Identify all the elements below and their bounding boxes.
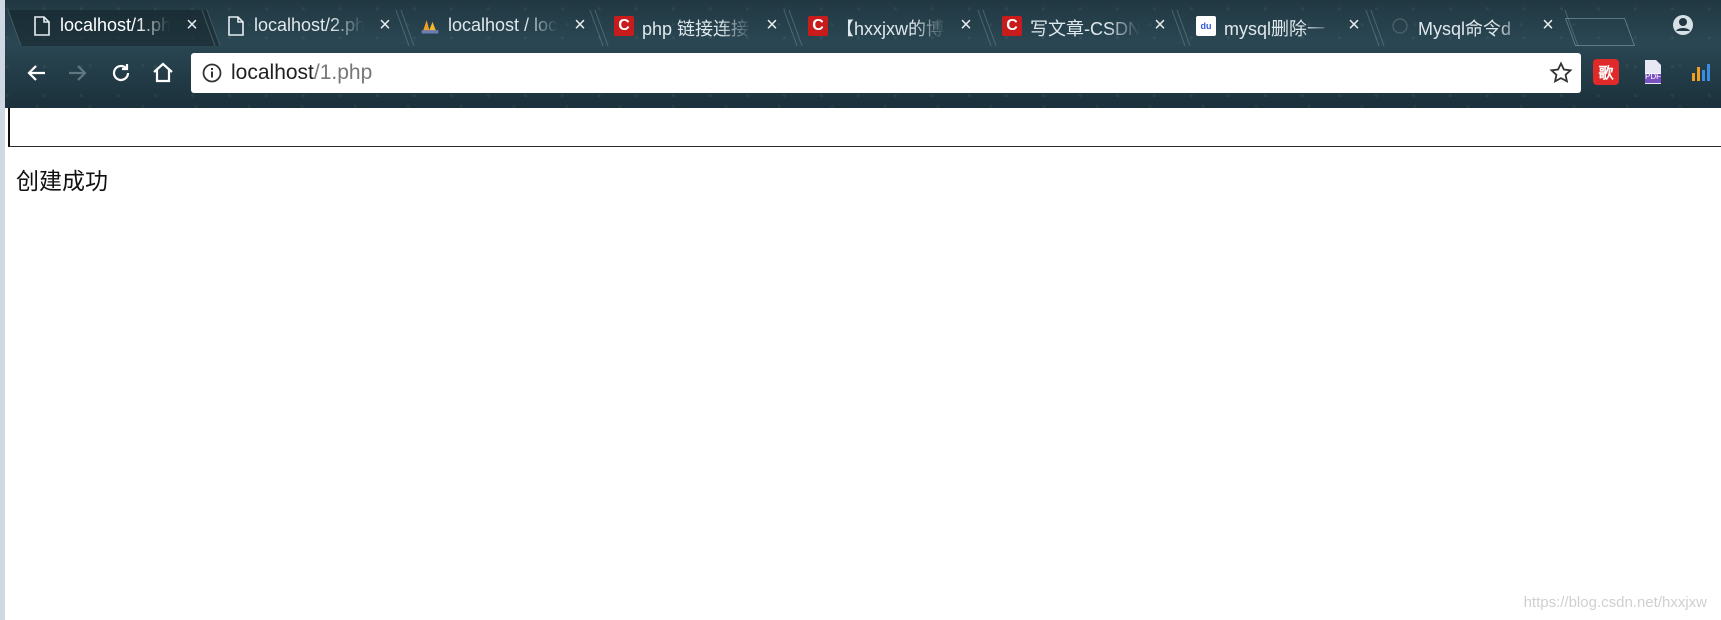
tab-title: mysql删除一 <box>1224 19 1326 39</box>
baidu-icon: du <box>1196 16 1216 36</box>
forward-button[interactable] <box>62 58 92 88</box>
toolbar: localhost/1.php 歌 PDF <box>0 46 1721 100</box>
page-content: 创建成功 https://blog.csdn.net/hxxjxw <box>5 148 1721 620</box>
tab-phpmyadmin[interactable]: localhost / localhost × <box>394 4 594 46</box>
url-text: localhost/1.php <box>231 61 372 85</box>
page-icon <box>32 16 52 36</box>
new-tab-button[interactable] <box>1564 18 1636 46</box>
info-icon[interactable] <box>201 62 223 84</box>
pdf-label: PDF <box>1645 72 1661 81</box>
tab-title: localhost/2.php <box>254 15 364 35</box>
close-icon[interactable]: × <box>956 14 976 37</box>
csdn-icon: C <box>808 16 828 36</box>
result-message: 创建成功 <box>16 169 108 195</box>
close-icon[interactable]: × <box>375 14 395 37</box>
blank-icon <box>1390 16 1410 36</box>
csdn-icon: C <box>614 16 634 36</box>
address-bar[interactable]: localhost/1.php <box>191 53 1581 93</box>
tab-title: localhost/1.php <box>60 15 170 35</box>
tab-write-article[interactable]: C 写文章-CSDN × <box>976 4 1176 46</box>
bar-chart-icon <box>1692 64 1710 81</box>
tab-mysql-delete[interactable]: du mysql删除一 × <box>1170 4 1370 46</box>
csdn-logo: C <box>808 16 828 36</box>
bookmarks-bar <box>8 108 1721 147</box>
extension-pdf-button[interactable]: PDF <box>1640 59 1666 85</box>
home-icon <box>153 62 173 83</box>
phpmyadmin-icon <box>420 16 440 36</box>
close-icon[interactable]: × <box>762 14 782 37</box>
csdn-logo: C <box>1002 16 1022 36</box>
extension-chart-button[interactable] <box>1688 59 1714 85</box>
tab-php-link[interactable]: C php 链接连接 × <box>588 4 788 46</box>
watermark: https://blog.csdn.net/hxxjxw <box>1523 594 1707 611</box>
tab-mysql-command[interactable]: Mysql命令d × <box>1364 4 1564 46</box>
back-button[interactable] <box>22 58 52 88</box>
baidu-logo: du <box>1196 16 1216 36</box>
reload-icon <box>112 64 130 82</box>
tab-title: Mysql命令d <box>1418 19 1512 39</box>
tab-title: 【hxxjxw的博客 <box>836 19 946 39</box>
profile-icon[interactable] <box>1672 14 1693 35</box>
close-icon[interactable]: × <box>570 14 590 37</box>
close-icon[interactable]: × <box>1150 14 1170 37</box>
tab-title: 写文章-CSDN <box>1030 19 1140 39</box>
csdn-icon: C <box>1002 16 1022 36</box>
bookmark-star-icon[interactable] <box>1549 61 1573 85</box>
home-button[interactable] <box>148 58 178 88</box>
url-host: localhost <box>231 61 314 84</box>
reload-button[interactable] <box>106 58 136 88</box>
tab-title: php 链接连接 <box>642 19 750 39</box>
csdn-logo: C <box>614 16 634 36</box>
tab-localhost-1[interactable]: localhost/1.php × <box>6 4 206 46</box>
browser-window: localhost/1.php × localhost/2.php × loca… <box>0 0 1721 620</box>
close-icon[interactable]: × <box>1344 14 1364 37</box>
tab-localhost-2[interactable]: localhost/2.php × <box>200 4 400 46</box>
url-path: /1.php <box>313 61 373 84</box>
close-icon[interactable]: × <box>1538 14 1558 37</box>
arrow-right-icon <box>69 65 87 81</box>
extension-red-button[interactable]: 歌 <box>1593 59 1619 85</box>
tab-title: localhost / localhost <box>448 15 558 35</box>
arrow-left-icon <box>27 65 45 81</box>
close-icon[interactable]: × <box>182 14 202 37</box>
browser-chrome: localhost/1.php × localhost/2.php × loca… <box>0 0 1721 108</box>
page-icon <box>226 16 246 36</box>
tab-hxxjxw-blog[interactable]: C 【hxxjxw的博客 × <box>782 4 982 46</box>
tab-strip: localhost/1.php × localhost/2.php × loca… <box>0 4 1721 46</box>
